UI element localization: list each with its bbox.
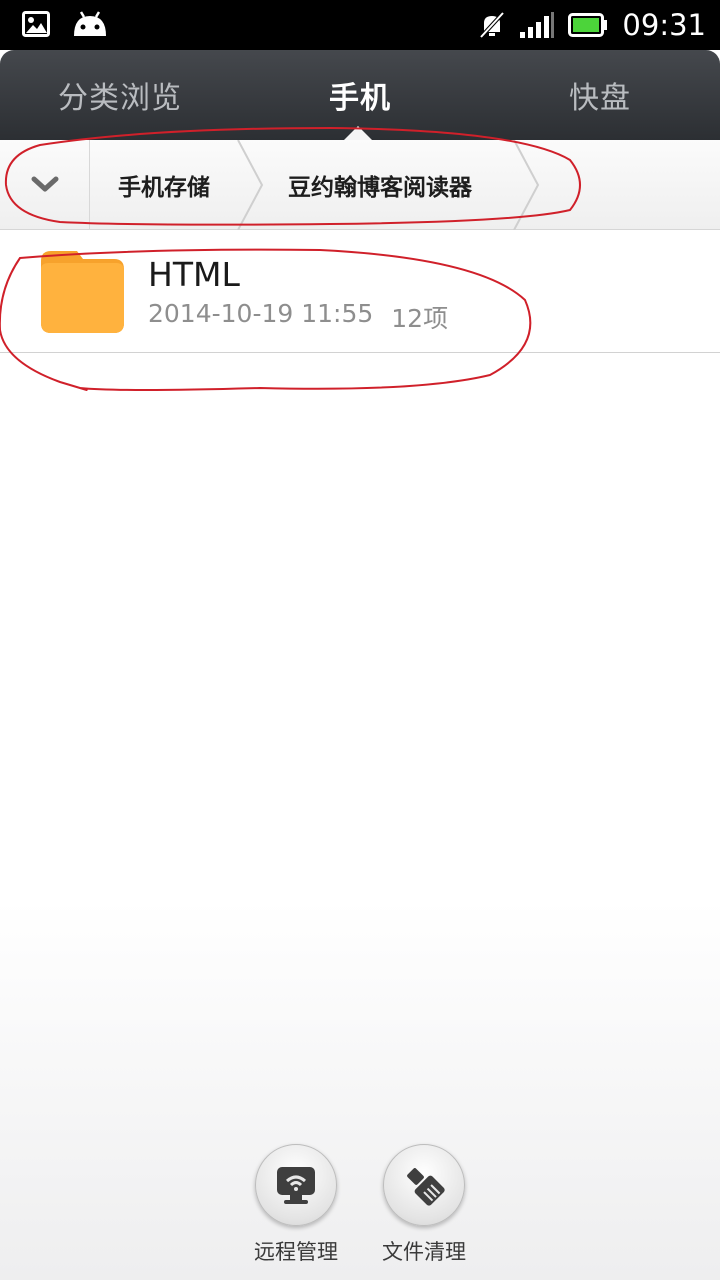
android-icon bbox=[74, 11, 106, 36]
battery-icon bbox=[568, 13, 608, 37]
tab-kuaipan[interactable]: 快盘 bbox=[480, 50, 720, 140]
remote-manage-circle bbox=[255, 1144, 337, 1226]
file-meta: 2014-10-19 11:55 12项 bbox=[148, 299, 448, 335]
status-time: 09:31 bbox=[622, 8, 706, 42]
file-date: 2014-10-19 11:55 bbox=[148, 299, 374, 328]
status-bar: 09:31 bbox=[0, 0, 720, 50]
picture-icon bbox=[22, 11, 50, 37]
chevron-down-icon bbox=[31, 176, 58, 192]
breadcrumb-separator bbox=[237, 140, 264, 230]
breadcrumb: 手机存储 豆约翰博客阅读器 bbox=[0, 140, 720, 230]
file-clean-circle bbox=[383, 1144, 465, 1226]
remote-manage-label: 远程管理 bbox=[254, 1240, 338, 1264]
breadcrumb-expand-button[interactable] bbox=[0, 140, 90, 230]
file-name: HTML bbox=[148, 255, 240, 294]
list-item[interactable]: HTML 2014-10-19 11:55 12项 bbox=[0, 231, 720, 353]
file-item-count: 12项 bbox=[391, 304, 449, 333]
breadcrumb-item-reader[interactable]: 豆约翰博客阅读器 bbox=[288, 140, 472, 230]
breadcrumb-separator bbox=[513, 140, 540, 230]
remote-manage-icon bbox=[277, 1167, 315, 1204]
mute-icon bbox=[479, 11, 505, 39]
file-manager-screen: 09:31 分类浏览 手机 快盘 手机存储 豆约翰博客阅读器 HTML 2014… bbox=[0, 0, 720, 1280]
file-clean-label: 文件清理 bbox=[382, 1240, 466, 1264]
breadcrumb-item-phone-storage[interactable]: 手机存储 bbox=[118, 140, 210, 230]
active-tab-pointer bbox=[343, 126, 373, 141]
folder-icon bbox=[41, 251, 124, 333]
signal-icon bbox=[520, 12, 555, 38]
remote-manage-button[interactable]: 远程管理 bbox=[246, 1144, 346, 1266]
tab-category-browse[interactable]: 分类浏览 bbox=[0, 50, 240, 140]
file-clean-icon bbox=[407, 1168, 445, 1206]
file-clean-button[interactable]: 文件清理 bbox=[374, 1144, 474, 1266]
